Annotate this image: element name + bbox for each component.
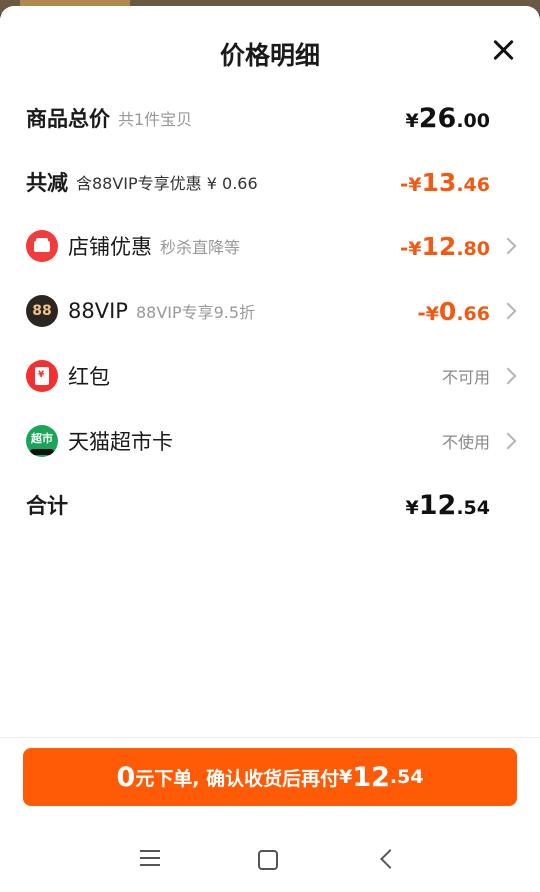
shop-discount-note: 秒杀直降等 [160, 238, 241, 257]
sum-price: ¥12.54 [406, 490, 490, 521]
currency-symbol: ¥ [408, 237, 422, 260]
cta-price-integer: 12 [352, 761, 390, 793]
price-decimal: .66 [456, 302, 490, 325]
total-discount-note: 含88VIP专享优惠 ¥ 0.66 [76, 174, 258, 193]
shop-discount-price: -¥12.80 [400, 231, 517, 261]
vip-88-icon: 88 [26, 295, 58, 327]
supermarket-card-status: 不使用 [441, 433, 490, 452]
divider [0, 737, 540, 738]
shop-discount-label: 店铺优惠 [68, 235, 152, 259]
minus-sign: - [417, 300, 426, 325]
close-icon[interactable] [490, 36, 518, 64]
sheet-title: 价格明细 [219, 41, 320, 70]
price-integer: 12 [421, 231, 457, 261]
red-packet-icon [26, 360, 58, 392]
red-packet-label: 红包 [68, 365, 110, 389]
red-packet-status: 不可用 [441, 368, 490, 387]
total-discount-label: 共减 [26, 171, 68, 195]
home-icon[interactable] [258, 850, 278, 870]
vip-note: 88VIP专享9.5折 [135, 303, 256, 322]
price-decimal: .00 [456, 109, 490, 132]
back-icon[interactable] [380, 849, 400, 869]
row-total-discount: 共减 含88VIP专享优惠 ¥ 0.66 -¥13.46 [0, 160, 540, 204]
price-integer: 26 [418, 102, 457, 134]
row-sum: 合计 ¥12.54 [0, 483, 540, 527]
supermarket-icon-text: 超市 [31, 432, 53, 445]
menu-icon[interactable] [140, 850, 160, 868]
chevron-right-icon [499, 237, 517, 255]
currency-symbol: ¥ [405, 109, 419, 132]
goods-total-label: 商品总价 [26, 107, 110, 131]
supermarket-card-label: 天猫超市卡 [68, 430, 173, 454]
place-order-button[interactable]: 0 元下单, 确认收货后再付 ¥12.54 [23, 748, 517, 806]
currency-symbol: ¥ [405, 496, 419, 519]
cta-amount-zero: 0 [116, 761, 136, 793]
price-integer: 12 [418, 489, 457, 521]
supermarket-card-status-group: 不使用 [441, 429, 517, 453]
price-integer: 0 [438, 296, 457, 326]
row-red-packet[interactable]: 红包 不可用 [0, 354, 540, 398]
row-supermarket-card[interactable]: 超市 天猫超市卡 不使用 [0, 419, 540, 463]
price-decimal: .54 [456, 496, 490, 519]
cta-text: 元下单, 确认收货后再付 [135, 767, 340, 790]
vip-discount-price: -¥0.66 [417, 296, 517, 326]
cta-currency: ¥ [339, 766, 353, 788]
chevron-right-icon [499, 432, 517, 450]
row-shop-discount[interactable]: 店铺优惠 秒杀直降等 -¥12.80 [0, 224, 540, 268]
total-discount-price: -¥13.46 [400, 168, 490, 197]
row-goods-total: 商品总价 共1件宝贝 ¥26.00 [0, 96, 540, 140]
cta-price-decimal: .54 [389, 766, 424, 788]
vip-label: 88VIP [68, 299, 128, 323]
currency-symbol: ¥ [425, 302, 439, 325]
sum-label: 合计 [26, 494, 68, 518]
supermarket-icon: 超市 [26, 425, 58, 457]
goods-count: 共1件宝贝 [118, 110, 193, 129]
shop-icon [26, 230, 58, 262]
chevron-right-icon [499, 367, 517, 385]
row-88vip[interactable]: 88 88VIP 88VIP专享9.5折 -¥0.66 [0, 289, 540, 333]
chevron-right-icon [499, 302, 517, 320]
system-nav-bar [0, 836, 540, 892]
goods-total-price: ¥26.00 [406, 103, 490, 134]
price-detail-sheet: 价格明细 商品总价 共1件宝贝 ¥26.00 共减 含88VIP专享优惠 ¥ 0… [0, 6, 540, 892]
price-integer: 13 [421, 167, 457, 197]
currency-symbol: ¥ [408, 173, 422, 196]
red-packet-status-group: 不可用 [441, 364, 517, 388]
price-decimal: .80 [456, 237, 490, 260]
price-decimal: .46 [456, 173, 490, 196]
